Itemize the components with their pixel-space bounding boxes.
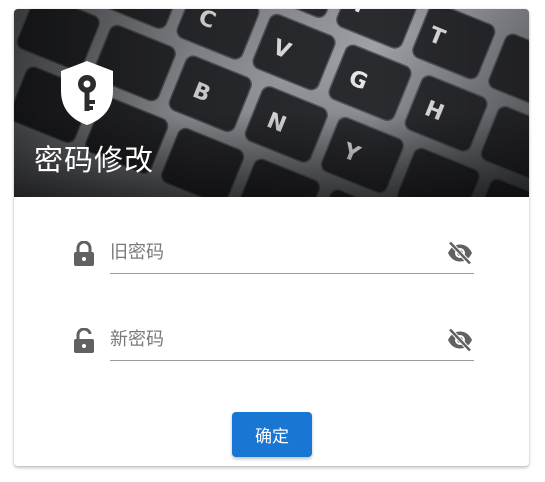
old-password-input[interactable] <box>110 237 430 267</box>
old-password-underline <box>110 231 474 274</box>
page-title: 密码修改 <box>34 143 155 177</box>
new-password-underline <box>110 318 474 361</box>
new-password-field <box>72 318 474 361</box>
lock-closed-icon <box>74 241 94 266</box>
confirm-button[interactable]: 确定 <box>232 412 312 457</box>
eye-off-icon[interactable] <box>446 241 474 265</box>
new-password-input[interactable] <box>110 324 430 354</box>
password-change-card: C V G H B N Y F T E <box>14 9 529 466</box>
keyboard-banner: C V G H B N Y F T E <box>14 9 529 197</box>
lock-open-icon <box>74 328 94 353</box>
eye-off-icon[interactable] <box>446 328 474 352</box>
shield-key-icon <box>61 61 113 125</box>
old-password-field <box>72 231 474 274</box>
